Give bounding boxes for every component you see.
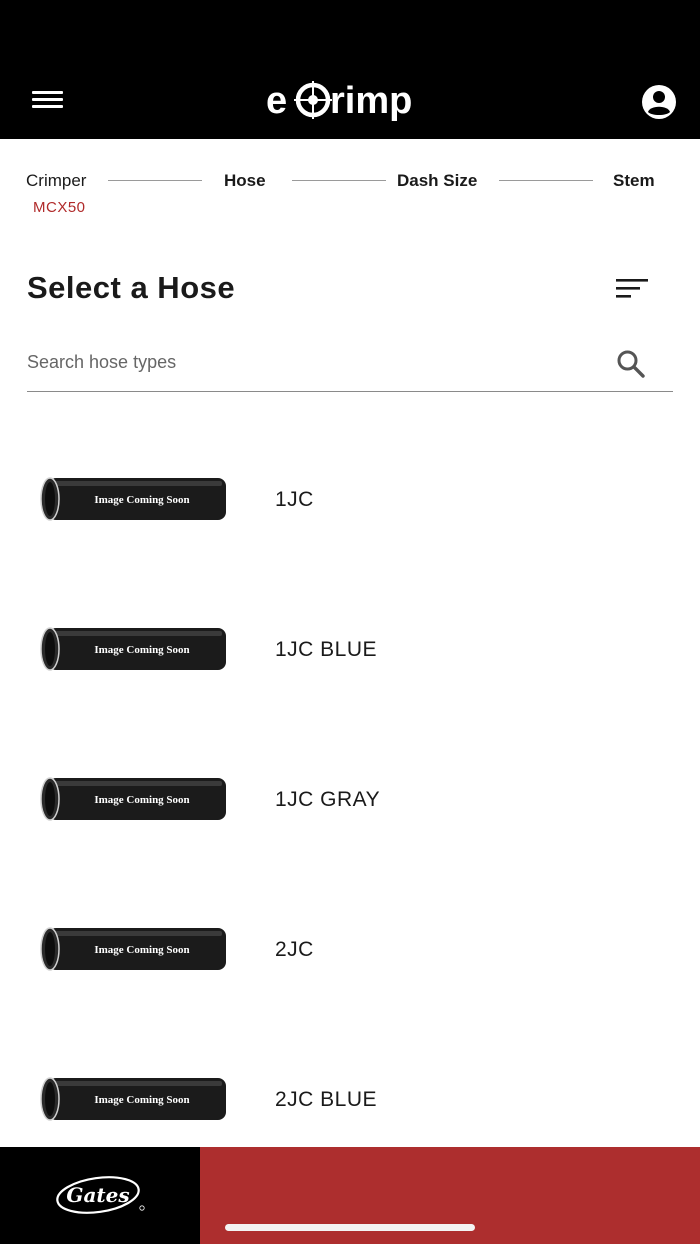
hose-list-item[interactable]: Image Coming Soon 1JC BLUE [0, 575, 700, 725]
hose-image-text: Image Coming Soon [94, 794, 189, 806]
hose-image-text: Image Coming Soon [94, 644, 189, 656]
footer-brand-panel: Gates [0, 1147, 200, 1244]
hose-name: 2JC [275, 938, 314, 961]
hose-image-text: Image Coming Soon [94, 494, 189, 506]
hose-image-text: Image Coming Soon [94, 1094, 189, 1106]
hose-image: Image Coming Soon [40, 777, 226, 821]
hose-image: Image Coming Soon [40, 627, 226, 671]
step-connector [499, 180, 593, 181]
selected-crimper-value: MCX50 [33, 199, 86, 216]
step-connector [292, 180, 386, 181]
account-circle-icon[interactable] [641, 84, 677, 120]
hose-list-item[interactable]: Image Coming Soon 1JC GRAY [0, 725, 700, 875]
hose-image-text: Image Coming Soon [94, 944, 189, 956]
hose-image: Image Coming Soon [40, 927, 226, 971]
search-icon[interactable] [615, 348, 647, 380]
hose-image: Image Coming Soon [40, 1077, 226, 1121]
gates-logo-text: Gates [66, 1183, 129, 1207]
step-connector [108, 180, 202, 181]
hose-image: Image Coming Soon [40, 477, 226, 521]
gates-logo: Gates [56, 1176, 145, 1214]
step-hose[interactable]: Hose [224, 171, 266, 191]
hose-list-item[interactable]: Image Coming Soon 2JC [0, 875, 700, 1025]
step-dash-size[interactable]: Dash Size [397, 171, 477, 191]
step-stem[interactable]: Stem [613, 171, 655, 191]
ecrimp-logo: e rimp [266, 80, 412, 122]
hose-name: 1JC [275, 488, 314, 511]
logo-text-rimp: rimp [330, 80, 412, 122]
progress-stepper: Crimper Hose Dash Size Stem MCX50 [0, 139, 700, 229]
home-indicator[interactable] [225, 1224, 475, 1231]
search-input[interactable] [27, 346, 587, 378]
app-header: e rimp [0, 0, 700, 139]
sort-icon[interactable] [612, 277, 652, 301]
logo-text-e: e [266, 80, 287, 122]
hose-list-item[interactable]: Image Coming Soon 1JC [0, 425, 700, 575]
search-field [27, 338, 673, 392]
page-title: Select a Hose [27, 270, 236, 305]
hose-name: 2JC BLUE [275, 1088, 378, 1111]
hamburger-menu-icon[interactable] [30, 88, 66, 114]
hose-name: 1JC BLUE [275, 638, 378, 661]
hose-name: 1JC GRAY [275, 788, 381, 811]
step-crimper[interactable]: Crimper [26, 171, 86, 191]
